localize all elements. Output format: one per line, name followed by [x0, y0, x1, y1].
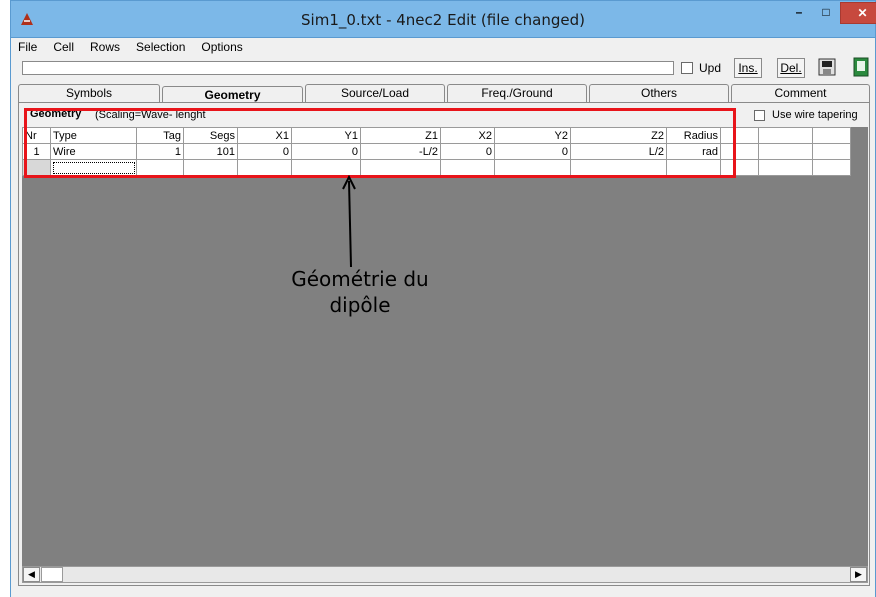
close-button[interactable]: ✕ — [840, 2, 876, 24]
col-header-extra2[interactable] — [758, 127, 813, 144]
window-title: Sim1_0.txt - 4nec2 Edit (file changed) — [301, 11, 585, 29]
menu-rows[interactable]: Rows — [82, 38, 128, 56]
cell-extra[interactable] — [758, 143, 813, 160]
tab-symbols[interactable]: Symbols — [18, 84, 160, 102]
title-bar: Sim1_0.txt - 4nec2 Edit (file changed) –… — [10, 0, 876, 38]
wire-tapering-label: Use wire tapering — [772, 109, 858, 121]
tab-strip: Symbols Geometry Source/Load Freq./Groun… — [18, 84, 870, 103]
scroll-thumb[interactable] — [41, 567, 63, 582]
scroll-right-icon[interactable]: ▶ — [850, 567, 867, 582]
wire-tapering-checkbox[interactable] — [754, 110, 765, 121]
tab-source-load[interactable]: Source/Load — [305, 84, 445, 102]
cell-empty[interactable] — [758, 159, 813, 176]
tab-others[interactable]: Others — [589, 84, 729, 102]
upd-label: Upd — [699, 61, 722, 75]
horizontal-scrollbar[interactable]: ◀ ▶ — [22, 566, 868, 583]
menu-options[interactable]: Options — [193, 38, 250, 56]
maximize-button[interactable]: □ — [813, 2, 839, 24]
col-header-extra3[interactable] — [812, 127, 851, 144]
cell-empty[interactable] — [812, 159, 851, 176]
insert-button[interactable]: Ins. — [734, 58, 762, 78]
minimize-button[interactable]: – — [786, 2, 812, 24]
tab-comment[interactable]: Comment — [731, 84, 870, 102]
delete-button[interactable]: Del. — [777, 58, 805, 78]
cell-extra[interactable] — [812, 143, 851, 160]
copy-icon[interactable] — [817, 57, 837, 77]
annotation-line1: Géométrie du — [291, 267, 429, 291]
save-icon[interactable] — [851, 57, 871, 77]
arrow-up-icon — [342, 175, 356, 267]
cell-edit-field[interactable] — [22, 61, 674, 75]
tab-geometry[interactable]: Geometry — [162, 86, 303, 103]
grid-empty-area — [22, 127, 868, 567]
upd-checkbox[interactable] — [681, 62, 693, 74]
annotation-text: Géométrie du dipôle — [280, 266, 440, 318]
menu-cell[interactable]: Cell — [45, 38, 82, 56]
scroll-left-icon[interactable]: ◀ — [23, 567, 40, 582]
tab-freq-ground[interactable]: Freq./Ground — [447, 84, 587, 102]
highlight-box — [24, 108, 736, 178]
annotation-line2: dipôle — [329, 293, 391, 317]
menu-selection[interactable]: Selection — [128, 38, 193, 56]
menu-bar: File Cell Rows Selection Options — [10, 38, 251, 56]
menu-file[interactable]: File — [10, 38, 45, 56]
